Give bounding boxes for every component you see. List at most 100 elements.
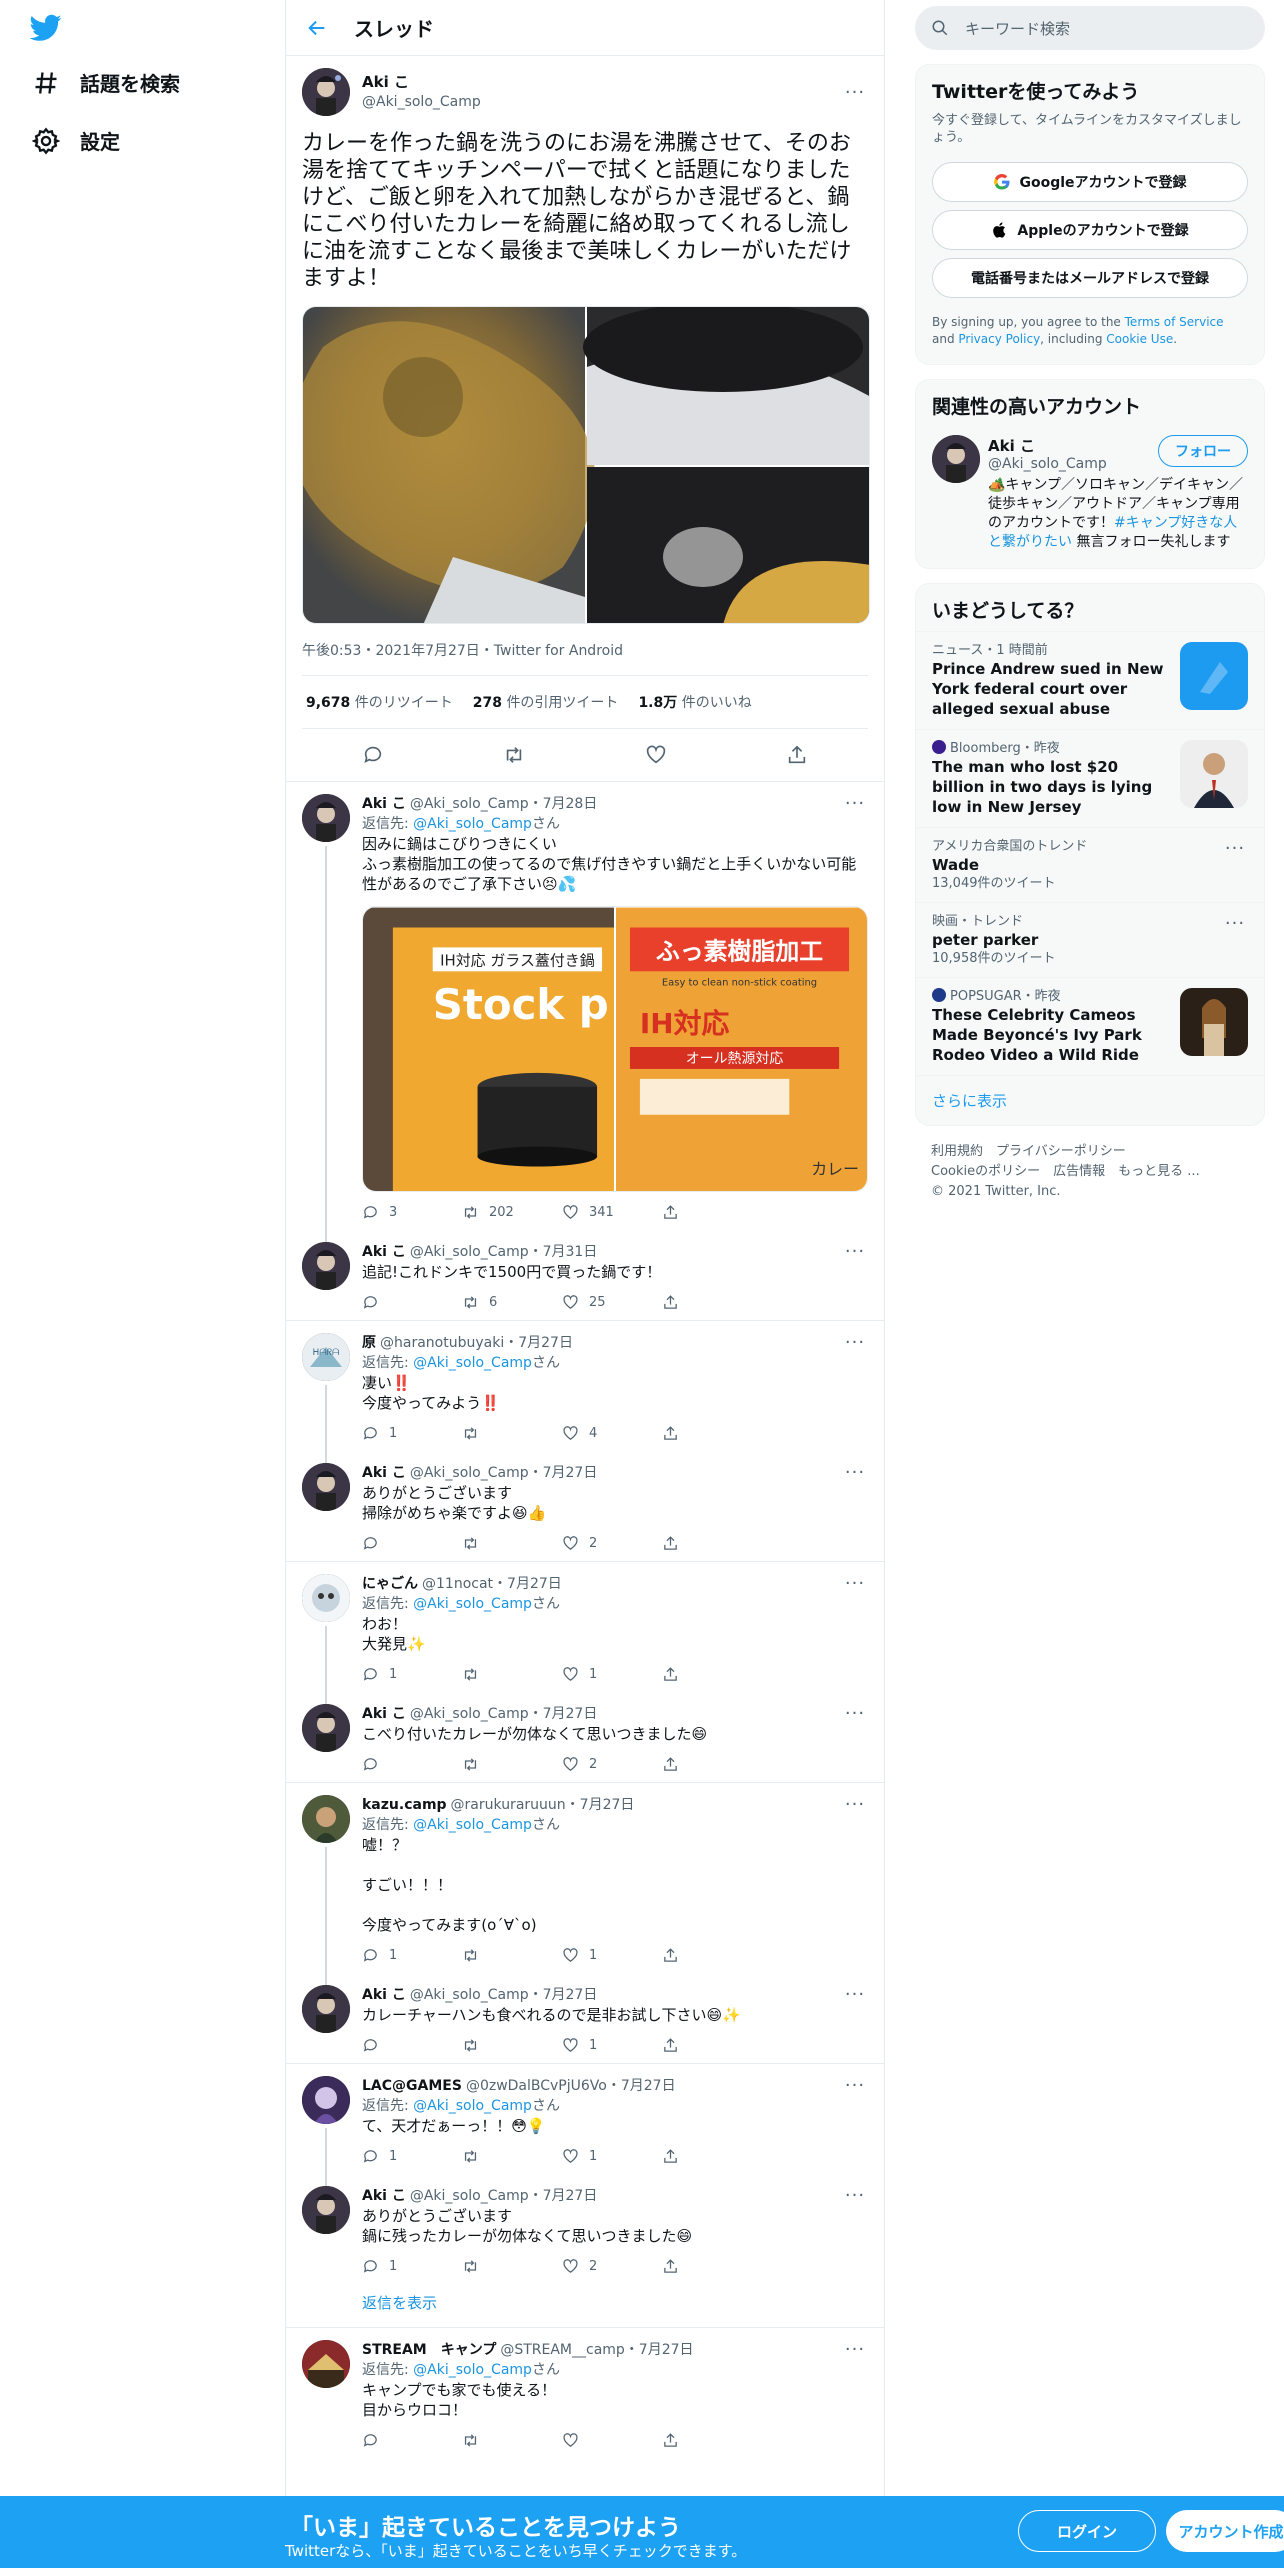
footer-more[interactable]: もっと見る ... <box>1118 1164 1200 1179</box>
reply-action[interactable]: 1 <box>362 1947 462 1964</box>
more-icon[interactable]: ··· <box>842 1985 868 2005</box>
apple-signup-button[interactable]: Appleのアカウントで登録 <box>932 210 1248 250</box>
share-action[interactable] <box>662 1294 762 1311</box>
reply-date[interactable]: ・7月27日 <box>529 1705 598 1723</box>
show-more-link[interactable]: さらに表示 <box>916 1075 1264 1125</box>
reply-tweet[interactable]: にゃごん @11nocat ・7月27日 ··· 返信先: @Aki_solo_Camp… <box>286 1562 884 1704</box>
reply-date[interactable]: ・7月27日 <box>625 2341 694 2359</box>
reply-author-name[interactable]: 原 <box>362 1334 376 1352</box>
trend-item[interactable]: Bloomberg・昨夜 The man who lost $20 billion… <box>916 729 1264 827</box>
reply-action[interactable]: 3 <box>362 1204 462 1221</box>
reply-media[interactable]: IH対応 ガラス蓋付き鍋 Stock p ふっ素樹脂加工 Easy to clean … <box>362 906 868 1192</box>
like-action[interactable]: 4 <box>562 1425 662 1442</box>
reply-icon[interactable] <box>362 1294 379 1311</box>
more-icon[interactable]: ··· <box>842 2340 868 2360</box>
related-name[interactable]: Aki こ <box>988 435 1158 456</box>
google-signup-button[interactable]: Googleアカウントで登録 <box>932 162 1248 202</box>
nav-settings[interactable]: 設定 <box>32 126 120 155</box>
reply-author-handle[interactable]: @Aki_solo_Camp <box>410 1464 529 1482</box>
reply-date[interactable]: ・7月28日 <box>529 795 598 813</box>
share-action[interactable] <box>662 2148 762 2165</box>
signup-button[interactable]: アカウント作成 <box>1166 2510 1284 2552</box>
avatar[interactable] <box>302 1463 350 1511</box>
like-action[interactable]: 2 <box>562 1535 662 1552</box>
more-icon[interactable]: ··· <box>842 1574 868 1594</box>
privacy-link[interactable]: Privacy Policy <box>958 332 1040 346</box>
reply-action[interactable]: 1 <box>362 1666 462 1683</box>
reply-date[interactable]: ・7月27日 <box>529 1986 598 2004</box>
reply-date[interactable]: ・7月27日 <box>529 2187 598 2205</box>
like-action[interactable]: 2 <box>562 2258 662 2275</box>
retweet-action[interactable]: 6 <box>462 1294 562 1311</box>
like-action[interactable]: 1 <box>562 2148 662 2165</box>
retweet-action[interactable] <box>462 2432 562 2449</box>
reply-author-handle[interactable]: @Aki_solo_Camp <box>410 795 529 813</box>
retweet-icon[interactable] <box>462 1666 479 1683</box>
search-box[interactable]: キーワード検索 <box>915 6 1265 50</box>
reply-icon[interactable] <box>362 1947 379 1964</box>
share-icon[interactable] <box>662 1204 679 1221</box>
reply-to-link[interactable]: @Aki_solo_Camp <box>413 1596 532 1612</box>
reply-author-name[interactable]: Aki こ <box>362 1986 406 2004</box>
heart-icon[interactable] <box>562 2148 579 2165</box>
reply-icon[interactable] <box>362 744 384 766</box>
reply-date[interactable]: ・7月27日 <box>504 1334 573 1352</box>
reply-author-handle[interactable]: @0zwDalBCvPjU6Vo <box>466 2077 607 2095</box>
retweet-count[interactable]: 9,678 件のリツイート <box>306 692 453 712</box>
reply-action[interactable]: 1 <box>362 2258 462 2275</box>
reply-to-link[interactable]: @Aki_solo_Camp <box>413 1817 532 1833</box>
retweet-icon[interactable] <box>462 2258 479 2275</box>
trend-item[interactable]: 映画・トレンド peter parker 10,958件のツイート ··· <box>916 902 1264 977</box>
reply-author-handle[interactable]: @Aki_solo_Camp <box>410 2187 529 2205</box>
more-icon[interactable]: ··· <box>842 1463 868 1483</box>
reply-icon[interactable] <box>362 1756 379 1773</box>
login-button[interactable]: ログイン <box>1018 2510 1156 2552</box>
author-handle[interactable]: @Aki_solo_Camp <box>362 92 842 112</box>
reply-author-handle[interactable]: @Aki_solo_Camp <box>410 1243 529 1261</box>
reply-icon[interactable] <box>362 2432 379 2449</box>
reply-action[interactable] <box>362 2037 462 2054</box>
heart-icon[interactable] <box>562 2432 579 2449</box>
reply-author-name[interactable]: STREAM キャンプ <box>362 2341 496 2359</box>
reply-date[interactable]: ・7月27日 <box>493 1575 562 1593</box>
reply-icon[interactable] <box>362 2037 379 2054</box>
reply-author-name[interactable]: にゃごん <box>362 1575 418 1593</box>
retweet-icon[interactable] <box>462 2432 479 2449</box>
retweet-action[interactable] <box>462 1947 562 1964</box>
share-action[interactable] <box>662 2258 762 2275</box>
retweet-icon[interactable] <box>462 1947 479 1964</box>
reply-icon[interactable] <box>362 1666 379 1683</box>
avatar[interactable] <box>302 1985 350 2033</box>
retweet-icon[interactable] <box>462 1535 479 1552</box>
reply-date[interactable]: ・7月27日 <box>566 1796 635 1814</box>
reply-author-handle[interactable]: @rarukuraruuun <box>451 1796 566 1814</box>
like-count[interactable]: 1.8万 件のいいね <box>638 692 751 712</box>
retweet-action[interactable] <box>462 1535 562 1552</box>
share-icon[interactable] <box>662 2037 679 2054</box>
share-action[interactable] <box>662 1947 762 1964</box>
heart-icon[interactable] <box>645 744 667 766</box>
reply-author-name[interactable]: Aki こ <box>362 1464 406 1482</box>
reply-icon[interactable] <box>362 1204 379 1221</box>
show-replies-link[interactable]: 返信を表示 <box>286 2284 884 2328</box>
footer-ads[interactable]: 広告情報 <box>1053 1164 1105 1179</box>
reply-tweet[interactable]: LAC@GAMES @0zwDalBCvPjU6Vo ・7月27日 ··· 返信先: @… <box>286 2064 884 2186</box>
reply-author-name[interactable]: LAC@GAMES <box>362 2077 462 2095</box>
reply-action[interactable] <box>362 1294 462 1311</box>
reply-author-handle[interactable]: @STREAM__camp <box>500 2341 624 2359</box>
share-action[interactable] <box>662 2037 762 2054</box>
tweet-photos[interactable] <box>303 307 870 624</box>
avatar[interactable] <box>302 2340 350 2388</box>
retweet-action[interactable] <box>462 2148 562 2165</box>
reply-action[interactable] <box>362 2432 462 2449</box>
trend-item[interactable]: アメリカ合衆国のトレンド Wade 13,049件のツイート ··· <box>916 827 1264 902</box>
retweet-icon[interactable] <box>462 1425 479 1442</box>
reply-tweet[interactable]: Aki こ @Aki_solo_Camp ・7月31日 ··· 追記!これドンキで150… <box>286 1230 884 1321</box>
reply-author-handle[interactable]: @Aki_solo_Camp <box>410 1986 529 2004</box>
terms-link[interactable]: Terms of Service <box>1125 315 1224 329</box>
share-icon[interactable] <box>662 1947 679 1964</box>
reply-to-link[interactable]: @Aki_solo_Camp <box>413 816 532 832</box>
avatar[interactable] <box>302 1242 350 1290</box>
share-action[interactable] <box>662 1666 762 1683</box>
reply-date[interactable]: ・7月27日 <box>607 2077 676 2095</box>
